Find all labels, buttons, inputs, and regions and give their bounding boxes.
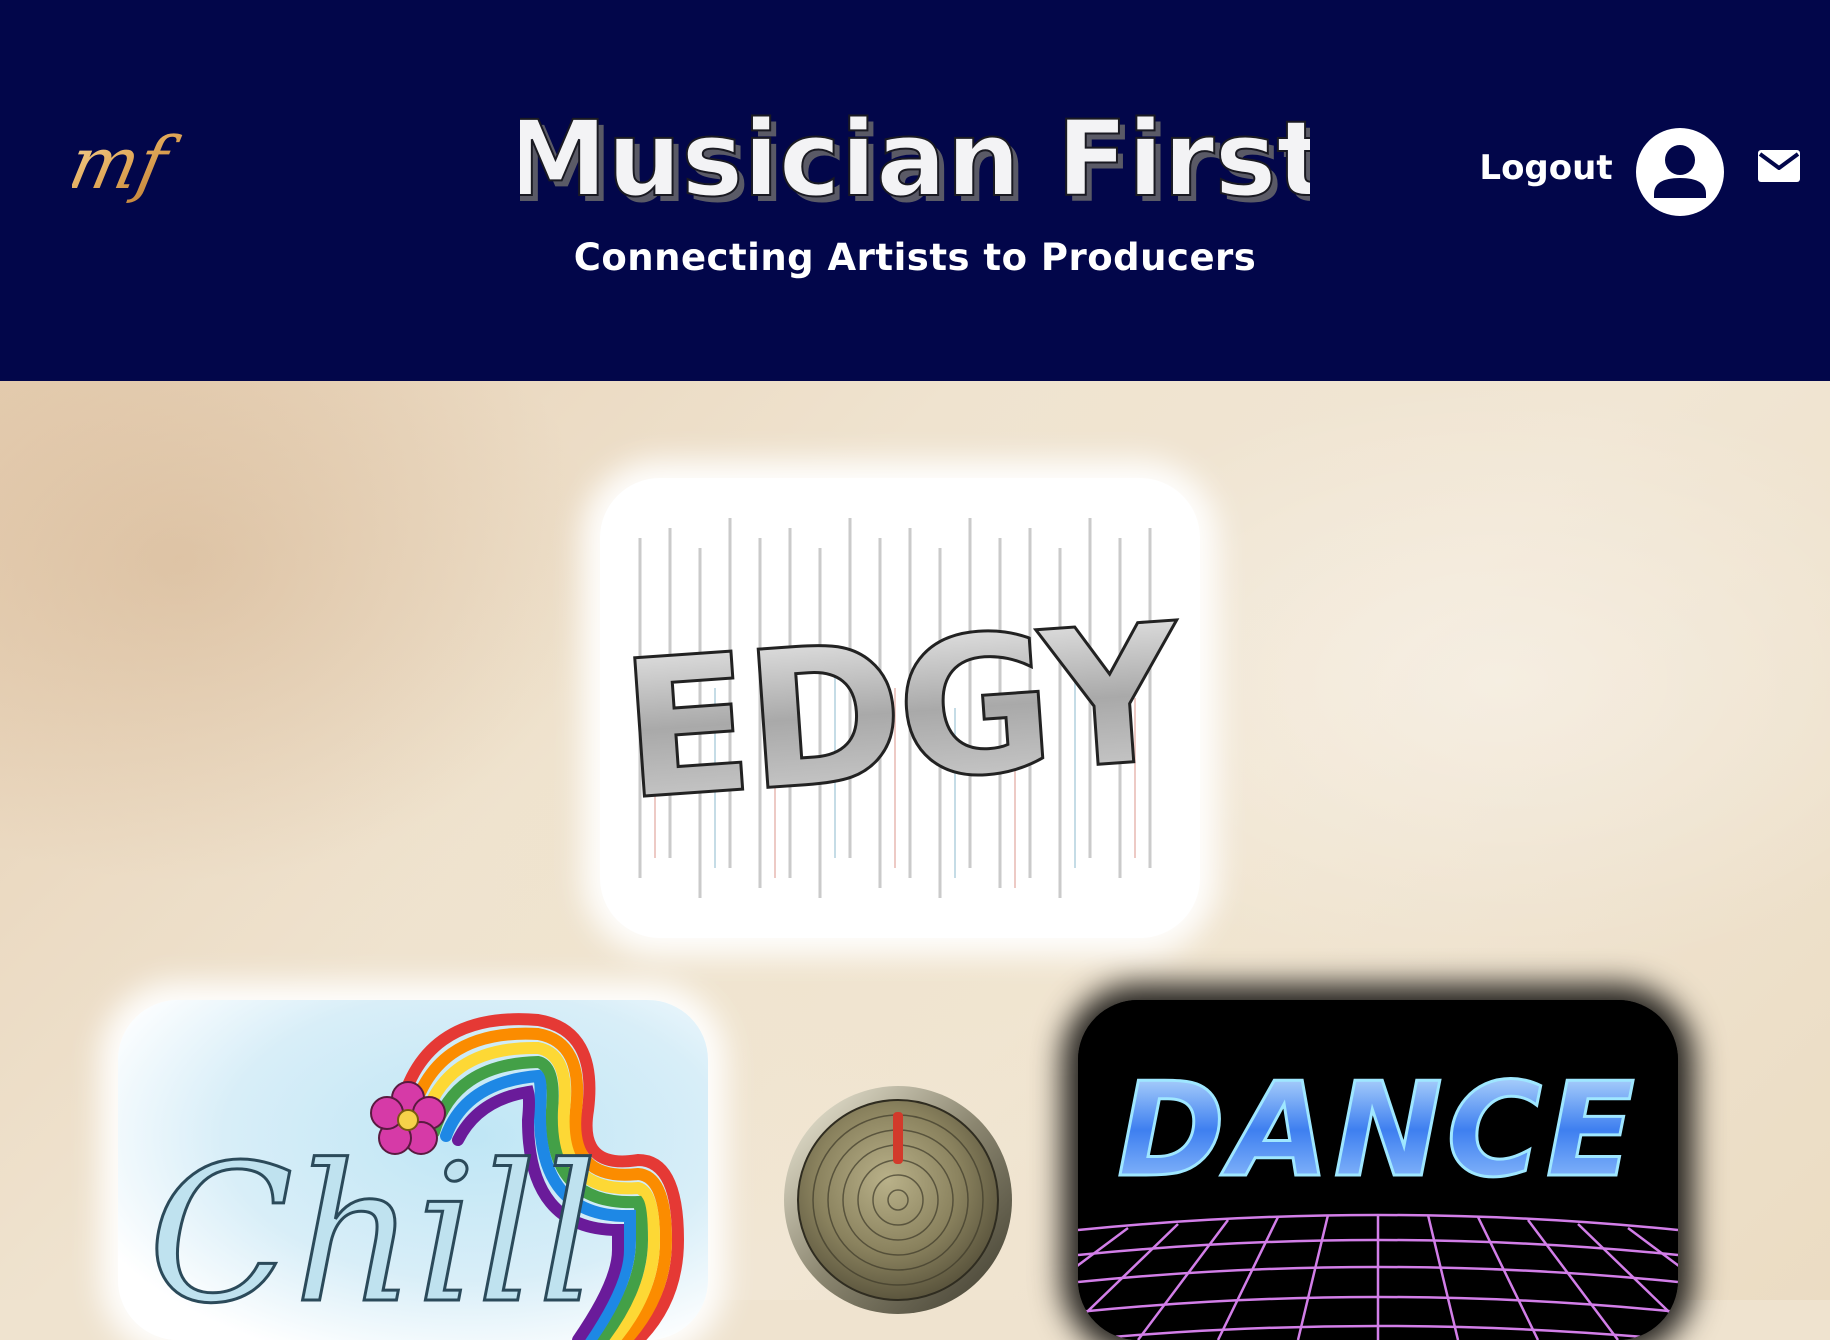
site-subtitle: Connecting Artists to Producers [573,236,1257,279]
site-title: Musician First Musician First [520,95,1310,225]
logout-link[interactable]: Logout [1476,148,1616,188]
mail-icon [1758,150,1800,182]
genre-tile-dance[interactable]: DANCE [1078,1000,1678,1340]
logo-monogram: mf [72,122,185,206]
messages-button[interactable] [1756,146,1802,186]
knob-indicator [893,1112,903,1164]
home-logo[interactable]: mf [72,120,202,220]
genre-label-edgy: EDGY [615,582,1190,842]
site-title-text: Musician First [520,98,1310,220]
genre-tile-chill[interactable]: Chill [118,1000,708,1340]
genre-label-chill: Chill [148,1124,598,1340]
genre-label-dance: DANCE [1117,1054,1639,1206]
account-button[interactable] [1636,128,1724,216]
volume-knob[interactable] [782,1084,1014,1316]
account-circle-icon [1636,128,1724,216]
site-header: mf Musician First Musician First Connect… [0,0,1830,381]
genre-tile-edgy[interactable]: EDGY [600,478,1200,938]
